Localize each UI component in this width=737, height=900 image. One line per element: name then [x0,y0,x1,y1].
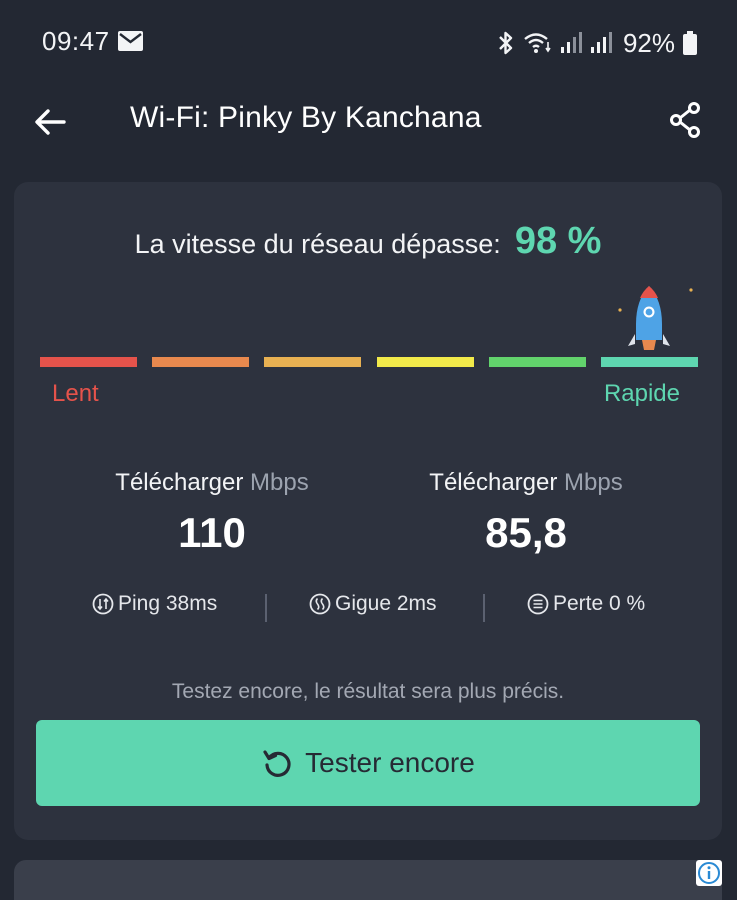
ping-text: Ping 38ms [118,592,218,615]
download-value: 110 [178,509,246,556]
result-card: La vitesse du réseau dépasse: 98 % Lent … [14,182,722,840]
upload-label-text: Télécharger [429,469,558,496]
scale-label-fast: Rapide [603,380,680,407]
battery-icon [683,31,697,55]
retest-hint: Testez encore, le résultat sera plus pré… [171,680,565,703]
upload-label: Télécharger Mbps [376,469,676,497]
scale-label-slow: Lent [52,380,99,407]
bluetooth-icon [499,31,513,55]
stats-row: Ping 38ms Gigue 2ms Perte 0 % [14,592,722,624]
ping-stat: Ping 38ms [92,592,217,616]
back-arrow-icon[interactable] [30,102,70,142]
retest-button[interactable]: Tester encore [36,720,700,806]
retest-button-label: Tester encore [305,747,475,778]
scale-segment-4 [377,357,474,367]
speed-headline-label: La vitesse du réseau dépasse: [134,229,501,259]
stat-divider [483,594,485,622]
ad-card[interactable] [14,860,722,900]
share-icon[interactable] [669,100,703,140]
loss-text: Perte 0 % [553,592,646,615]
refresh-icon [263,750,291,777]
speed-percentile: 98 % [514,220,602,262]
scale-segment-5 [489,357,586,367]
scale-segment-2 [152,357,249,367]
mail-icon [118,31,143,51]
app-bar: Wi-Fi: Pinky By Kanchana [0,84,737,164]
speed-test-result-screen: 09:47 92% Wi-Fi: Pinky By Kanchana La vi… [0,0,737,900]
jitter-text: Gigue 2ms [335,592,437,615]
upload-value: 85,8 [485,509,567,556]
info-icon[interactable] [696,860,722,886]
speed-scale [40,357,698,367]
loss-icon [527,593,549,615]
status-time: 09:47 [42,26,110,56]
scale-segment-3 [264,357,361,367]
battery-level: 92% [622,27,675,58]
download-label: Télécharger Mbps [62,469,362,497]
jitter-stat: Gigue 2ms [309,592,437,616]
rocket-icon [618,286,693,350]
status-bar: 09:47 92% [0,0,737,84]
signal-icon [560,32,582,53]
download-metric: Télécharger Mbps 110 [62,469,362,557]
loss-stat: Perte 0 % [527,592,645,616]
upload-metric: Télécharger Mbps 85,8 [376,469,676,557]
download-label-text: Télécharger [115,469,244,496]
ping-icon [92,593,114,615]
download-unit: Mbps [250,469,309,496]
speed-headline: La vitesse du réseau dépasse: 98 % [14,220,722,263]
jitter-icon [309,593,331,615]
page-title: Wi-Fi: Pinky By Kanchana [130,101,482,134]
scale-segment-6 [601,357,698,367]
signal-icon [590,32,612,53]
upload-unit: Mbps [564,469,623,496]
scale-segment-1 [40,357,137,367]
wifi-icon [524,33,551,53]
status-icons: 92% [497,26,697,60]
stat-divider [265,594,267,622]
